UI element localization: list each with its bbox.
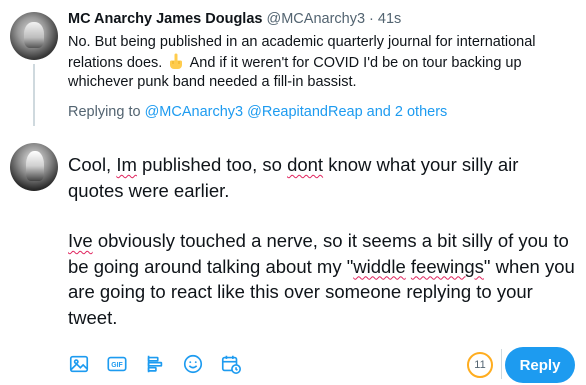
tweet-text: No. But being published in an academic q…: [68, 33, 573, 93]
misspelled-word[interactable]: Ive: [68, 230, 93, 251]
misspelled-word[interactable]: Im: [116, 154, 137, 175]
replying-and: and: [362, 104, 395, 120]
gif-icon[interactable]: GIF: [102, 349, 132, 379]
replying-to: Replying to @MCAnarchy3 @ReapitandReap a…: [68, 104, 447, 120]
draft-text: Cool,: [68, 154, 117, 175]
replying-others-link[interactable]: 2 others: [395, 104, 447, 120]
replying-prefix: Replying to: [68, 104, 145, 120]
mention-reapitandreap[interactable]: @ReapitandReap: [247, 104, 363, 120]
my-avatar[interactable]: [10, 143, 58, 191]
reply-composer: Cool, Im published too, so dont know wha…: [0, 130, 586, 385]
author-avatar[interactable]: [10, 12, 58, 60]
reply-textarea[interactable]: Cool, Im published too, so dont know wha…: [68, 152, 578, 355]
thread-line: [33, 64, 35, 126]
misspelled-word[interactable]: dont: [287, 154, 323, 175]
tweet-header: MC Anarchy James Douglas @MCAnarchy3 · 4…: [68, 11, 401, 27]
poll-icon[interactable]: [140, 349, 170, 379]
draft-paragraph-1: Cool, Im published too, so dont know wha…: [68, 152, 578, 203]
mention-mcanarchy3[interactable]: @MCAnarchy3: [145, 104, 244, 120]
misspelled-word[interactable]: widdle: [353, 256, 405, 277]
tweet-time[interactable]: 41s: [378, 11, 401, 27]
draft-text: published too, so: [136, 154, 288, 175]
misspelled-word[interactable]: feewings: [411, 256, 484, 277]
image-icon[interactable]: [64, 349, 94, 379]
draft-paragraph-2: Ive obviously touched a nerve, so it see…: [68, 228, 578, 330]
middle-finger-emoji-icon: [169, 53, 183, 69]
header-separator: ·: [365, 11, 378, 27]
schedule-icon[interactable]: [216, 349, 246, 379]
gif-label: GIF: [111, 362, 122, 369]
emoji-icon[interactable]: [178, 349, 208, 379]
reply-button[interactable]: Reply: [505, 347, 575, 383]
parent-tweet: MC Anarchy James Douglas @MCAnarchy3 · 4…: [0, 0, 586, 130]
author-handle[interactable]: @MCAnarchy3: [267, 11, 366, 27]
author-name[interactable]: MC Anarchy James Douglas: [68, 11, 262, 27]
character-counter: 11: [467, 352, 493, 378]
toolbar-divider: [501, 349, 502, 379]
